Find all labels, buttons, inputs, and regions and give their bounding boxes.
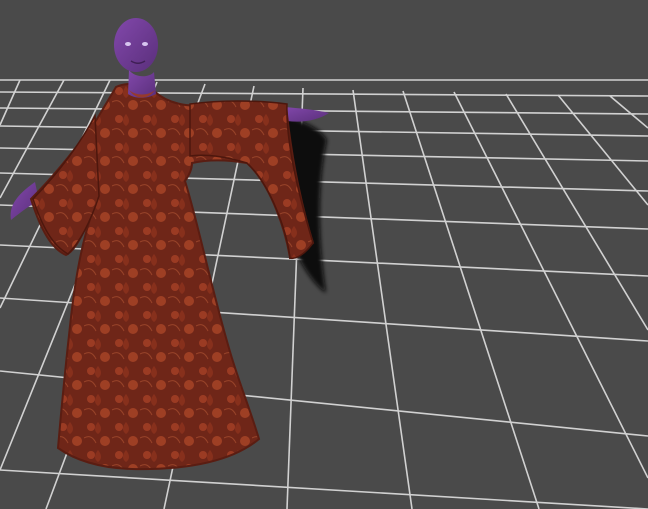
head <box>114 18 158 72</box>
3d-viewport[interactable] <box>0 0 648 509</box>
left-eye <box>125 42 131 46</box>
viewport-scene[interactable] <box>0 0 648 509</box>
right-eye <box>142 42 148 46</box>
